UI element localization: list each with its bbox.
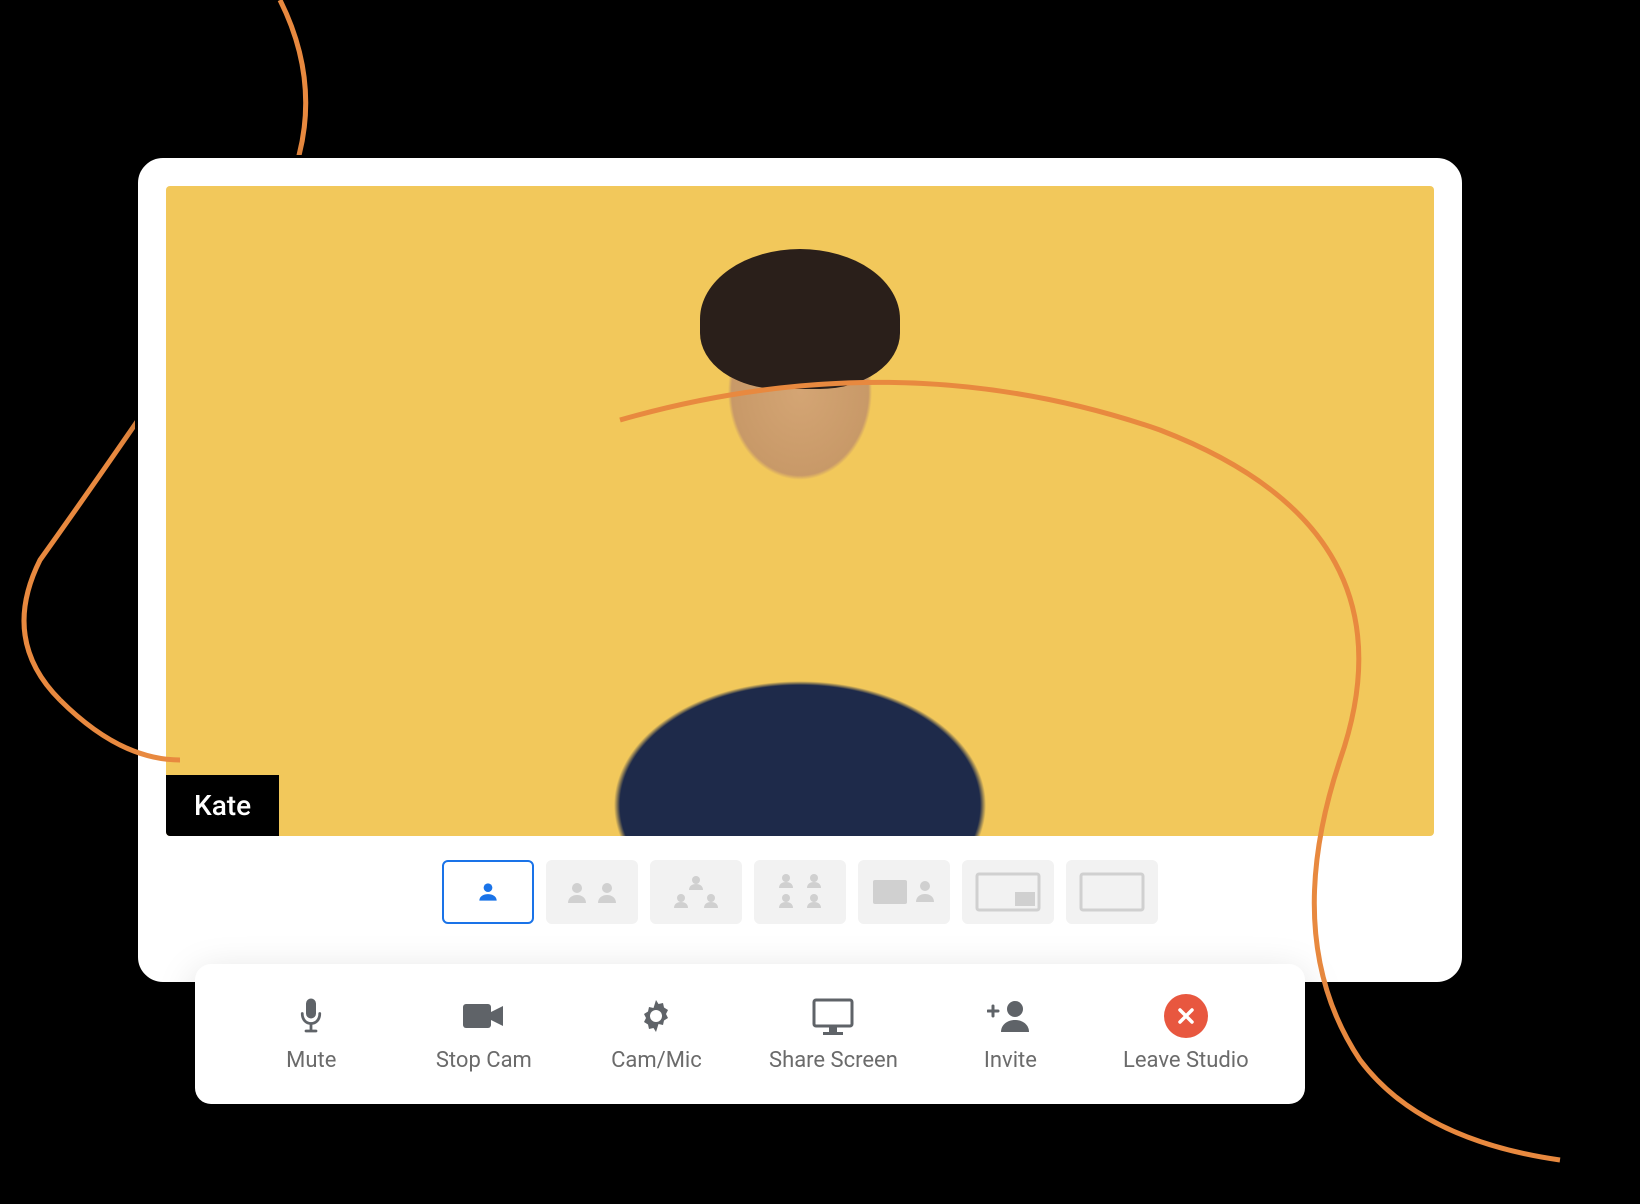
mic-icon xyxy=(296,996,326,1036)
two-person-icon xyxy=(562,877,622,907)
share-screen-button[interactable]: Share Screen xyxy=(769,996,898,1073)
mute-button[interactable]: Mute xyxy=(251,996,371,1073)
participant-avatar xyxy=(356,219,1244,837)
layout-option-4grid[interactable] xyxy=(754,860,846,924)
layout-selector xyxy=(138,860,1462,924)
pip-icon xyxy=(973,870,1043,914)
close-icon xyxy=(1164,996,1208,1036)
share-screen-label: Share Screen xyxy=(769,1048,898,1073)
control-toolbar: Mute Stop Cam Cam/Mic Share Screen Invit… xyxy=(195,964,1305,1104)
layout-option-1plus1[interactable] xyxy=(858,860,950,924)
stop-cam-label: Stop Cam xyxy=(436,1048,532,1073)
add-user-icon xyxy=(987,996,1033,1036)
layout-option-3up[interactable] xyxy=(650,860,742,924)
cam-mic-label: Cam/Mic xyxy=(611,1048,702,1073)
fullscreen-icon xyxy=(1077,870,1147,914)
layout-option-screen[interactable] xyxy=(1066,860,1158,924)
camera-icon xyxy=(461,996,507,1036)
four-person-icon xyxy=(770,870,830,914)
screen-icon xyxy=(811,996,855,1036)
three-person-icon xyxy=(666,872,726,912)
invite-button[interactable]: Invite xyxy=(950,996,1070,1073)
gear-icon xyxy=(636,996,676,1036)
cam-mic-button[interactable]: Cam/Mic xyxy=(596,996,716,1073)
invite-label: Invite xyxy=(984,1048,1037,1073)
participant-name-badge: Kate xyxy=(166,775,279,836)
layout-option-single[interactable] xyxy=(442,860,534,924)
leave-studio-button[interactable]: Leave Studio xyxy=(1123,996,1249,1073)
participant-video-kate[interactable]: Kate xyxy=(166,186,1434,836)
layout-option-2up[interactable] xyxy=(546,860,638,924)
studio-window: Kate xyxy=(135,155,1465,985)
leave-label: Leave Studio xyxy=(1123,1048,1249,1073)
person-icon xyxy=(475,879,501,905)
layout-option-pip[interactable] xyxy=(962,860,1054,924)
mute-label: Mute xyxy=(286,1048,336,1073)
screen-plus-person-icon xyxy=(869,872,939,912)
video-stage: Kate xyxy=(166,186,1434,836)
stop-cam-button[interactable]: Stop Cam xyxy=(424,996,544,1073)
